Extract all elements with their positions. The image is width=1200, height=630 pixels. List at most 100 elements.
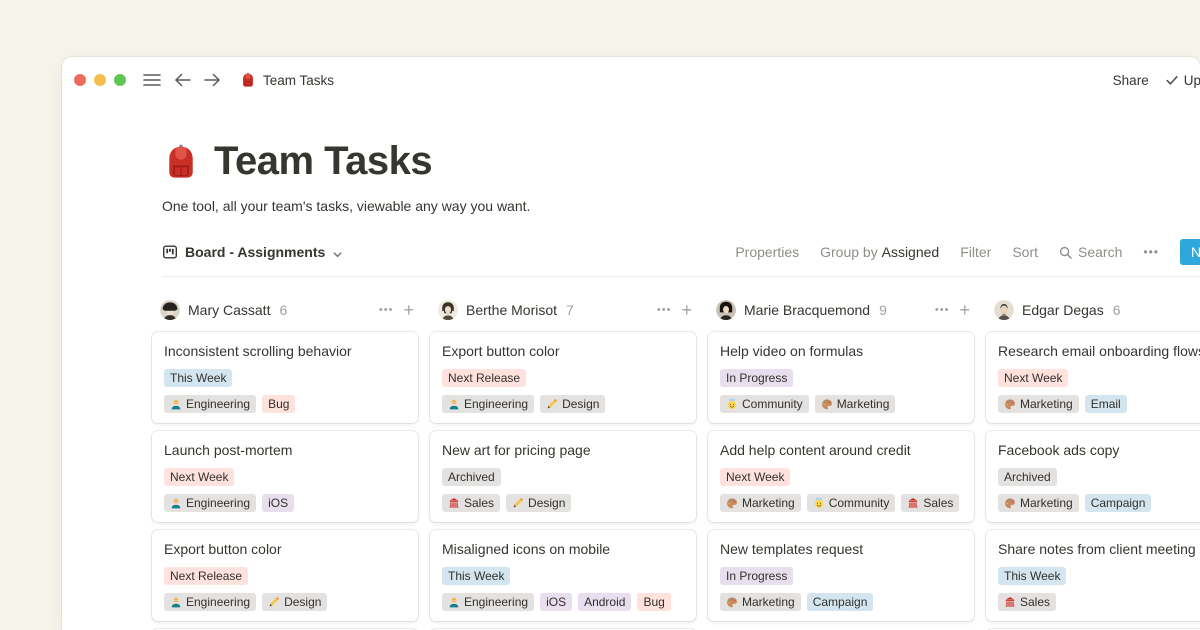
tag-pill: Engineering	[164, 395, 256, 413]
task-card[interactable]: Export button colorNext ReleaseEngineeri…	[430, 332, 696, 423]
properties-button[interactable]: Properties	[735, 244, 799, 260]
board-column: Edgar Degas6•••+Research email onboardin…	[986, 299, 1200, 630]
forward-icon[interactable]	[202, 70, 222, 90]
tag-pill: Engineering	[164, 593, 256, 611]
task-card[interactable]: New templates requestIn ProgressMarketin…	[708, 530, 974, 621]
task-card[interactable]: Share notes from client meetingThis Week…	[986, 530, 1200, 621]
task-card[interactable]: Inconsistent scrolling behaviorThis Week…	[152, 332, 418, 423]
status-pill-label: Next Release	[448, 371, 520, 385]
status-row: In Progress	[720, 567, 962, 585]
menu-icon[interactable]	[142, 70, 162, 90]
back-icon[interactable]	[172, 70, 192, 90]
status-pill-label: Archived	[1004, 470, 1051, 484]
status-pill-label: This Week	[448, 569, 504, 583]
tag-pill-label: Email	[1091, 397, 1121, 411]
tag-pill: Campaign	[807, 593, 874, 611]
column-cards: Help video on formulasIn ProgressCommuni…	[708, 332, 974, 621]
tag-pill: Community	[720, 395, 809, 413]
more-options-button[interactable]: •••	[1143, 245, 1159, 259]
filter-button[interactable]: Filter	[960, 244, 991, 260]
page-title-text: Team Tasks	[214, 139, 432, 184]
tag-pill-label: Design	[562, 397, 599, 411]
traffic-lights	[74, 74, 126, 86]
column-name: Marie Bracquemond	[744, 302, 870, 318]
column-more-button[interactable]: •••	[379, 304, 394, 316]
sort-button[interactable]: Sort	[1012, 244, 1038, 260]
task-card[interactable]: New art for pricing pageArchivedSalesDes…	[430, 431, 696, 522]
column-count: 9	[879, 302, 887, 318]
tag-pill: Marketing	[998, 494, 1079, 512]
status-row: This Week	[998, 567, 1200, 585]
pencil-icon	[546, 398, 558, 410]
task-card[interactable]: Help video on formulasIn ProgressCommuni…	[708, 332, 974, 423]
tag-pill: iOS	[262, 494, 294, 512]
classical-building-icon	[907, 497, 919, 509]
status-pill: Next Week	[720, 468, 790, 486]
tag-pill-label: Marketing	[742, 595, 795, 609]
view-label: Board - Assignments	[185, 244, 325, 260]
column-add-card-button[interactable]: +	[959, 301, 970, 319]
column-count: 7	[566, 302, 574, 318]
status-pill: This Week	[998, 567, 1066, 585]
updates-button[interactable]: Updates	[1165, 73, 1200, 88]
tag-pill-label: Sales	[1020, 595, 1050, 609]
status-pill: Archived	[442, 468, 501, 486]
chevron-down-icon	[332, 247, 343, 258]
status-row: Archived	[442, 468, 684, 486]
column-count: 6	[1113, 302, 1121, 318]
task-card[interactable]: Add help content around creditNext WeekM…	[708, 431, 974, 522]
status-pill: This Week	[164, 369, 232, 387]
tag-pill-label: Marketing	[1020, 397, 1073, 411]
status-row: Next Release	[442, 369, 684, 387]
tag-pill-label: Marketing	[837, 397, 890, 411]
classical-building-icon	[1004, 596, 1016, 608]
column-more-button[interactable]: •••	[657, 304, 672, 316]
status-pill-label: Next Release	[170, 569, 242, 583]
tag-pill: Email	[1085, 395, 1127, 413]
column-add-card-button[interactable]: +	[681, 301, 692, 319]
backpack-icon	[240, 72, 256, 88]
status-pill: Archived	[998, 468, 1057, 486]
task-card-title: Launch post-mortem	[164, 441, 406, 460]
task-card[interactable]: Research email onboarding flowsNext Week…	[986, 332, 1200, 423]
task-card[interactable]: Launch post-mortemNext WeekEngineeringiO…	[152, 431, 418, 522]
column-name: Berthe Morisot	[466, 302, 557, 318]
tags-row: Sales	[998, 593, 1200, 611]
status-row: Archived	[998, 468, 1200, 486]
status-pill: Next Release	[164, 567, 248, 585]
tag-pill: Design	[506, 494, 571, 512]
new-button[interactable]: New	[1180, 239, 1200, 265]
tag-pill-label: Android	[584, 595, 625, 609]
search-button[interactable]: Search	[1059, 244, 1122, 260]
close-window-button[interactable]	[74, 74, 86, 86]
column-add-card-button[interactable]: +	[403, 301, 414, 319]
pencil-icon	[268, 596, 280, 608]
task-card[interactable]: Facebook ads copyArchivedMarketingCampai…	[986, 431, 1200, 522]
tag-pill: Sales	[901, 494, 959, 512]
column-header: Berthe Morisot 7 ••• +	[430, 299, 696, 321]
status-pill-label: Archived	[448, 470, 495, 484]
status-pill: Next Release	[442, 369, 526, 387]
group-by-button[interactable]: Group by Assigned	[820, 244, 939, 260]
kanban-board: Mary Cassatt6•••+Inconsistent scrolling …	[152, 299, 1200, 630]
status-pill-label: Next Week	[170, 470, 228, 484]
share-button[interactable]: Share	[1113, 73, 1149, 88]
status-row: This Week	[442, 567, 684, 585]
zoom-window-button[interactable]	[114, 74, 126, 86]
status-pill: In Progress	[720, 369, 793, 387]
minimize-window-button[interactable]	[94, 74, 106, 86]
app-window: Team Tasks Share Updates Team Tasks One …	[62, 57, 1200, 630]
task-card[interactable]: Misaligned icons on mobileThis WeekEngin…	[430, 530, 696, 621]
avatar-cassatt	[160, 300, 180, 320]
tag-pill: Community	[807, 494, 896, 512]
column-more-button[interactable]: •••	[935, 304, 950, 316]
tag-pill: Design	[540, 395, 605, 413]
board-view-icon	[162, 244, 178, 260]
status-pill-label: In Progress	[726, 371, 787, 385]
group-by-value: Assigned	[882, 244, 940, 260]
construction-worker-icon	[170, 398, 182, 410]
smiling-face-halo-icon	[813, 497, 825, 509]
task-card[interactable]: Export button colorNext ReleaseEngineeri…	[152, 530, 418, 621]
view-switcher[interactable]: Board - Assignments	[162, 244, 343, 260]
column-actions: ••• +	[657, 301, 692, 319]
